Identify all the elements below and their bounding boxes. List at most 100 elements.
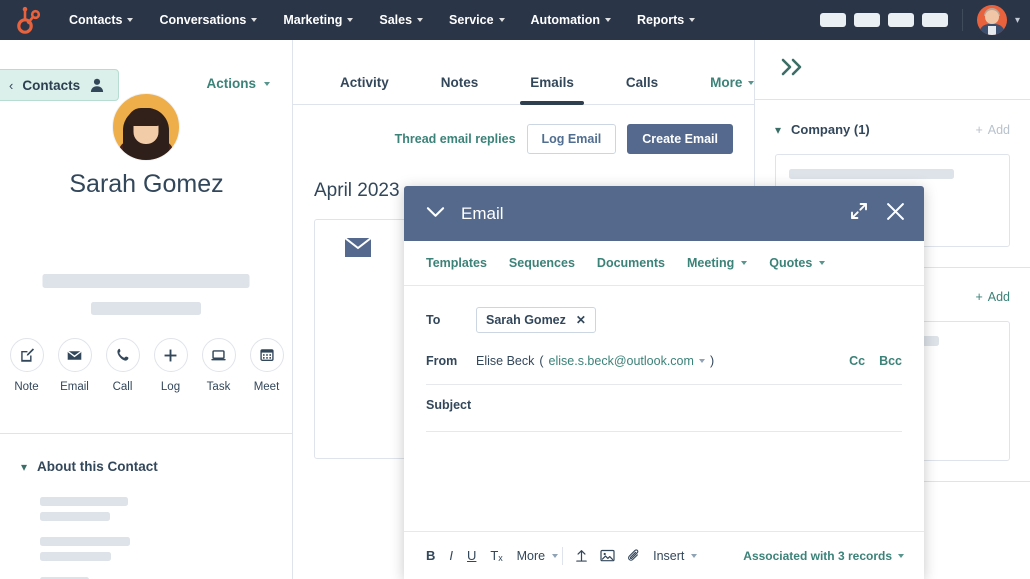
close-icon[interactable] xyxy=(886,202,905,226)
thread-email-replies-link[interactable]: Thread email replies xyxy=(395,132,516,146)
close-icon[interactable]: ✕ xyxy=(576,313,586,327)
italic-button[interactable]: I xyxy=(449,548,453,563)
composer-title: Email xyxy=(461,204,850,224)
skeleton-line xyxy=(40,552,111,561)
contact-avatar[interactable] xyxy=(112,93,180,161)
quick-action-label: Task xyxy=(207,381,231,393)
email-body-editor[interactable] xyxy=(426,432,902,516)
nav-item-marketing[interactable]: Marketing xyxy=(270,0,366,40)
nav-divider xyxy=(962,9,963,31)
quotes-dropdown[interactable]: Quotes xyxy=(769,256,825,270)
tab-label: Activity xyxy=(340,75,389,90)
documents-button[interactable]: Documents xyxy=(597,256,665,270)
plus-icon xyxy=(154,338,188,372)
tab-emails[interactable]: Emails xyxy=(504,75,600,104)
nav-placeholder-chip[interactable] xyxy=(922,13,948,27)
paperclip-icon[interactable] xyxy=(627,548,641,563)
nav-placeholder-chip[interactable] xyxy=(854,13,880,27)
image-icon[interactable] xyxy=(600,549,615,562)
avatar[interactable] xyxy=(977,5,1007,35)
more-format-dropdown[interactable]: More xyxy=(517,549,558,563)
tab-activity[interactable]: Activity xyxy=(314,75,415,104)
from-close-paren: ) xyxy=(710,354,714,368)
chevron-down-icon xyxy=(819,261,825,265)
tab-notes[interactable]: Notes xyxy=(415,75,505,104)
add-label: Add xyxy=(988,123,1010,137)
nav-placeholder-chip[interactable] xyxy=(820,13,846,27)
double-chevron-right-icon[interactable] xyxy=(780,58,806,81)
quick-action-task[interactable]: Task xyxy=(202,338,236,393)
upload-icon[interactable] xyxy=(575,548,588,563)
quick-action-label: Email xyxy=(60,381,89,393)
nav-item-label: Marketing xyxy=(283,13,342,27)
nav-item-conversations[interactable]: Conversations xyxy=(146,0,270,40)
tab-label: Notes xyxy=(441,75,479,90)
nav-placeholder-chip[interactable] xyxy=(888,13,914,27)
from-field-row: From Elise Beck ( elise.s.beck@outlook.c… xyxy=(426,343,902,378)
chevron-down-icon[interactable] xyxy=(426,205,445,223)
nav-right-group: ▾ xyxy=(820,0,1020,40)
cc-button[interactable]: Cc xyxy=(849,354,865,368)
chevron-down-icon[interactable] xyxy=(699,359,705,363)
recipient-chip[interactable]: Sarah Gomez ✕ xyxy=(476,307,596,333)
nav-item-contacts[interactable]: Contacts xyxy=(56,0,146,40)
nav-item-automation[interactable]: Automation xyxy=(518,0,624,40)
subject-field-row[interactable]: Subject xyxy=(426,385,902,425)
laptop-icon xyxy=(202,338,236,372)
quick-action-note[interactable]: Note xyxy=(10,338,44,393)
templates-button[interactable]: Templates xyxy=(426,256,487,270)
meeting-dropdown[interactable]: Meeting xyxy=(687,256,747,270)
log-email-button[interactable]: Log Email xyxy=(527,124,617,154)
quick-action-label: Call xyxy=(113,381,133,393)
expand-arrows-icon[interactable] xyxy=(850,202,868,225)
about-section-header[interactable]: ▾ About this Contact xyxy=(0,459,293,474)
bcc-button[interactable]: Bcc xyxy=(879,354,902,368)
hubspot-sprocket-logo-icon[interactable] xyxy=(0,6,56,34)
composer-header: Email xyxy=(404,186,924,241)
chevron-down-icon xyxy=(689,18,695,22)
chevron-down-icon xyxy=(691,554,697,558)
about-section-title: About this Contact xyxy=(37,459,158,474)
from-label: From xyxy=(426,354,476,368)
sequences-button[interactable]: Sequences xyxy=(509,256,575,270)
tab-label: Emails xyxy=(530,75,574,90)
insert-label: Insert xyxy=(653,549,684,563)
nav-item-label: Reports xyxy=(637,13,684,27)
tab-calls[interactable]: Calls xyxy=(600,75,684,104)
quick-actions-row: Note Email Call xyxy=(0,338,293,393)
insert-dropdown[interactable]: Insert xyxy=(653,549,697,563)
nav-item-reports[interactable]: Reports xyxy=(624,0,708,40)
tab-label: Calls xyxy=(626,75,658,90)
templates-label: Templates xyxy=(426,256,487,270)
chevron-down-icon[interactable]: ▾ xyxy=(775,124,781,136)
add-company-button[interactable]: + Add xyxy=(975,123,1010,137)
from-email: elise.s.beck@outlook.com xyxy=(549,354,694,368)
chevron-down-icon xyxy=(605,18,611,22)
underline-button[interactable]: U xyxy=(467,548,476,563)
envelope-icon xyxy=(58,338,92,372)
quick-action-label: Note xyxy=(14,381,38,393)
actions-dropdown[interactable]: Actions xyxy=(206,76,270,91)
chevron-down-icon[interactable]: ▾ xyxy=(1015,15,1020,26)
create-email-button[interactable]: Create Email xyxy=(627,124,733,154)
envelope-icon xyxy=(345,244,371,261)
quick-action-log[interactable]: Log xyxy=(154,338,188,393)
nav-item-sales[interactable]: Sales xyxy=(366,0,436,40)
from-value[interactable]: Elise Beck ( elise.s.beck@outlook.com ) xyxy=(476,354,714,368)
sidebar-collapse-bar xyxy=(755,40,1030,100)
nav-item-service[interactable]: Service xyxy=(436,0,517,40)
note-edit-icon xyxy=(10,338,44,372)
back-to-contacts-button[interactable]: ‹ Contacts xyxy=(0,69,119,101)
bold-button[interactable]: B xyxy=(426,548,435,563)
quick-action-meet[interactable]: Meet xyxy=(250,338,284,393)
chevron-down-icon xyxy=(251,18,257,22)
associated-records-dropdown[interactable]: Associated with 3 records xyxy=(743,549,904,563)
plus-icon: + xyxy=(975,123,982,137)
quick-action-email[interactable]: Email xyxy=(58,338,92,393)
quick-action-call[interactable]: Call xyxy=(106,338,140,393)
chevron-down-icon: ▾ xyxy=(21,461,27,473)
contact-sidebar: ‹ Contacts Actions Sarah Gomez xyxy=(0,40,293,579)
add-association-button[interactable]: + Add xyxy=(975,290,1010,304)
company-section-title: Company (1) xyxy=(791,122,870,137)
clear-formatting-button[interactable]: Tₓ xyxy=(490,548,502,563)
